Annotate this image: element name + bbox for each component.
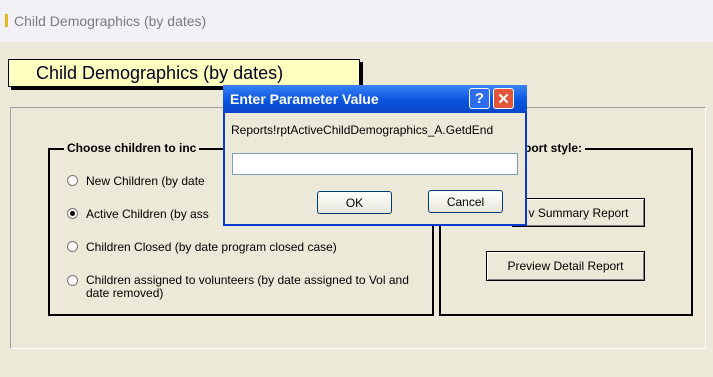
radio-label: Children Closed (by date program closed … [86, 240, 337, 254]
preview-summary-report-button[interactable]: v Summary Report [512, 198, 645, 227]
parameter-prompt: Reports!rptActiveChildDemographics_A.Get… [231, 123, 494, 137]
close-icon[interactable]: ✕ [493, 88, 514, 109]
form-heading: Child Demographics (by dates) [8, 59, 360, 87]
radio-button[interactable] [67, 275, 78, 286]
ok-button[interactable]: OK [317, 191, 392, 214]
radio-children-closed[interactable]: Children Closed (by date program closed … [67, 240, 337, 254]
dialog-titlebar: Enter Parameter Value ? ✕ [223, 85, 527, 113]
window-title: Child Demographics (by dates) [14, 13, 207, 29]
cancel-button[interactable]: Cancel [428, 190, 503, 213]
form-icon [5, 14, 8, 27]
dialog-title: Enter Parameter Value [230, 91, 379, 107]
parameter-value-input[interactable] [232, 153, 518, 175]
radio-label: Active Children (by ass [86, 207, 209, 221]
radio-button-selected[interactable] [67, 208, 78, 219]
help-icon[interactable]: ? [469, 88, 490, 109]
radio-button[interactable] [67, 241, 78, 252]
radio-label: Children assigned to volunteers (by date… [86, 273, 409, 300]
radio-new-children[interactable]: New Children (by date [67, 174, 205, 188]
radio-label: New Children (by date [86, 174, 205, 188]
preview-detail-report-button[interactable]: Preview Detail Report [486, 251, 645, 281]
report-style-legend: port style: [521, 141, 586, 155]
radio-active-children[interactable]: Active Children (by ass [67, 207, 209, 221]
radio-button[interactable] [67, 175, 78, 186]
children-group-legend: Choose children to inc [64, 141, 200, 155]
enter-parameter-dialog: Enter Parameter Value ? ✕ Reports!rptAct… [223, 85, 527, 226]
radio-children-volunteers[interactable]: Children assigned to volunteers (by date… [67, 274, 422, 300]
window-titlebar: Child Demographics (by dates) [0, 0, 713, 42]
